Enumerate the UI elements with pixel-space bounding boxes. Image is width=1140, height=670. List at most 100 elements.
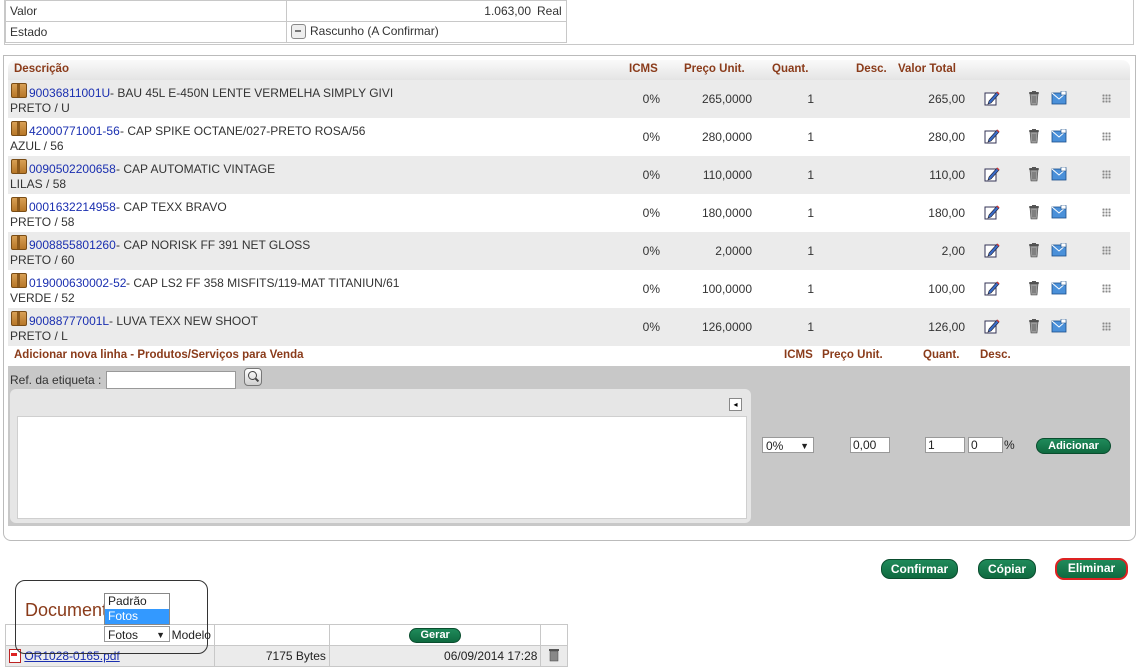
drag-handle-icon[interactable] [1102, 246, 1111, 255]
trash-icon[interactable] [1028, 319, 1040, 334]
product-description: - BAU 45L E-450N LENTE VERMELHA SIMPLY G… [110, 86, 394, 100]
preco-input[interactable]: 0,00 [850, 437, 890, 453]
table-row: 0001632214958 - CAP TEXX BRAVO PRETO / 58… [8, 194, 1130, 232]
generate-button[interactable]: Gerar [409, 628, 462, 643]
trash-icon[interactable] [1028, 129, 1040, 144]
edit-icon[interactable] [984, 318, 1000, 334]
row-total: 110,00 [929, 168, 965, 182]
product-code-link[interactable]: 0090502200658 [29, 162, 116, 176]
email-icon[interactable] [1051, 91, 1067, 105]
edit-icon[interactable] [984, 166, 1000, 182]
table-row: 019000630002-52 - CAP LS2 FF 358 MISFITS… [8, 270, 1130, 308]
ref-etiqueta-input[interactable] [106, 371, 236, 389]
trash-icon[interactable] [1028, 243, 1040, 258]
edit-icon[interactable] [984, 204, 1000, 220]
row-quant: 1 [807, 282, 814, 296]
add-line-button[interactable]: Adicionar [1036, 438, 1111, 454]
estado-cell: Rascunho (A Confirmar) [286, 21, 567, 43]
product-box-icon [11, 273, 27, 288]
edit-icon[interactable] [984, 128, 1000, 144]
email-icon[interactable] [1051, 205, 1067, 219]
modelo-select-cell [213, 624, 330, 646]
product-box-icon [11, 311, 27, 326]
drag-handle-icon[interactable] [1102, 284, 1111, 293]
row-quant: 1 [807, 92, 814, 106]
col-desc: Desc. [856, 63, 887, 75]
add-col-desc: Desc. [980, 349, 1011, 361]
edit-icon[interactable] [984, 90, 1000, 106]
row-total: 126,00 [928, 320, 965, 334]
product-variant: PRETO / U [10, 101, 70, 115]
email-icon[interactable] [1051, 129, 1067, 143]
product-variant: AZUL / 56 [10, 139, 64, 153]
email-icon[interactable] [1051, 281, 1067, 295]
product-code-link[interactable]: 019000630002-52 [29, 276, 126, 290]
email-icon[interactable] [1051, 243, 1067, 257]
copy-button[interactable]: Cópiar [978, 559, 1036, 579]
add-line-title: Adicionar nova linha - Produtos/Serviços… [14, 349, 304, 361]
row-preco: 2,0000 [715, 244, 752, 258]
product-code-link[interactable]: 9008855801260 [29, 238, 116, 252]
order-info-panel: Valor 1.063,00 Real Estado Rascunho (A C… [4, 0, 1134, 45]
delete-button[interactable]: Eliminar [1055, 558, 1128, 580]
row-quant: 1 [807, 244, 814, 258]
trash-icon[interactable] [1028, 205, 1040, 220]
lines-table-header: Descrição ICMS Preço Unit. Quant. Desc. … [8, 60, 1130, 80]
product-code-link[interactable]: 0001632214958 [29, 200, 116, 214]
row-icms: 0% [642, 130, 660, 144]
product-box-icon [11, 235, 27, 250]
trash-icon[interactable] [1028, 91, 1040, 106]
edit-icon[interactable] [984, 242, 1000, 258]
table-row: 42000771001-56 - CAP SPIKE OCTANE/027-PR… [8, 118, 1130, 156]
table-row: 9008855801260 - CAP NORISK FF 391 NET GL… [8, 232, 1130, 270]
ref-label: Ref. da etiqueta : [10, 373, 102, 387]
drag-handle-icon[interactable] [1102, 170, 1111, 179]
product-code-link[interactable]: 90088777001L [29, 314, 109, 328]
table-row: 0090502200658 - CAP AUTOMATIC VINTAGE LIL… [8, 156, 1130, 194]
row-icms: 0% [642, 320, 660, 334]
product-variant: PRETO / 60 [10, 253, 75, 267]
product-description: - CAP TEXX BRAVO [116, 200, 227, 214]
valor-label: Valor [5, 0, 287, 22]
search-icon[interactable] [244, 368, 262, 386]
drag-handle-icon[interactable] [1102, 322, 1111, 331]
drag-handle-icon[interactable] [1102, 94, 1111, 103]
product-code-link[interactable]: 42000771001-56 [29, 124, 120, 138]
email-icon[interactable] [1051, 167, 1067, 181]
chevron-down-icon: ▼ [800, 441, 809, 451]
trash-icon[interactable] [1028, 167, 1040, 182]
row-quant: 1 [807, 130, 814, 144]
empty-cell [540, 624, 568, 646]
icms-select[interactable]: 0% ▼ [762, 437, 814, 453]
product-code-link[interactable]: 90036811001U [29, 86, 110, 100]
confirm-button[interactable]: Confirmar [881, 559, 958, 579]
product-description: - LUVA TEXX NEW SHOOT [109, 314, 258, 328]
trash-icon[interactable] [1028, 281, 1040, 296]
drag-handle-icon[interactable] [1102, 208, 1111, 217]
product-variant: LILAS / 58 [10, 177, 67, 191]
row-preco: 100,0000 [701, 282, 752, 296]
row-total: 280,00 [928, 130, 965, 144]
product-list-area[interactable] [17, 416, 747, 519]
collapse-left-icon[interactable]: ◂ [729, 398, 742, 411]
drag-handle-icon[interactable] [1102, 132, 1111, 141]
add-col-icms: ICMS [784, 349, 813, 361]
estado-value: Rascunho (A Confirmar) [310, 24, 439, 39]
trash-icon[interactable] [548, 648, 560, 662]
email-icon[interactable] [1051, 319, 1067, 333]
row-icms: 0% [642, 244, 660, 258]
product-box-icon [11, 197, 27, 212]
quant-input[interactable]: 1 [925, 437, 965, 453]
product-variant: PRETO / L [10, 329, 68, 343]
desc-input[interactable]: 0 [968, 437, 1003, 453]
estado-label: Estado [5, 21, 287, 43]
edit-icon[interactable] [984, 280, 1000, 296]
product-box-icon [11, 159, 27, 174]
row-icms: 0% [642, 206, 660, 220]
row-total: 2,00 [941, 244, 965, 258]
row-preco: 280,0000 [701, 130, 752, 144]
product-description: - CAP NORISK FF 391 NET GLOSS [116, 238, 311, 252]
col-quant: Quant. [772, 63, 809, 75]
row-total: 265,00 [928, 92, 965, 106]
percent-label: % [1004, 438, 1015, 452]
